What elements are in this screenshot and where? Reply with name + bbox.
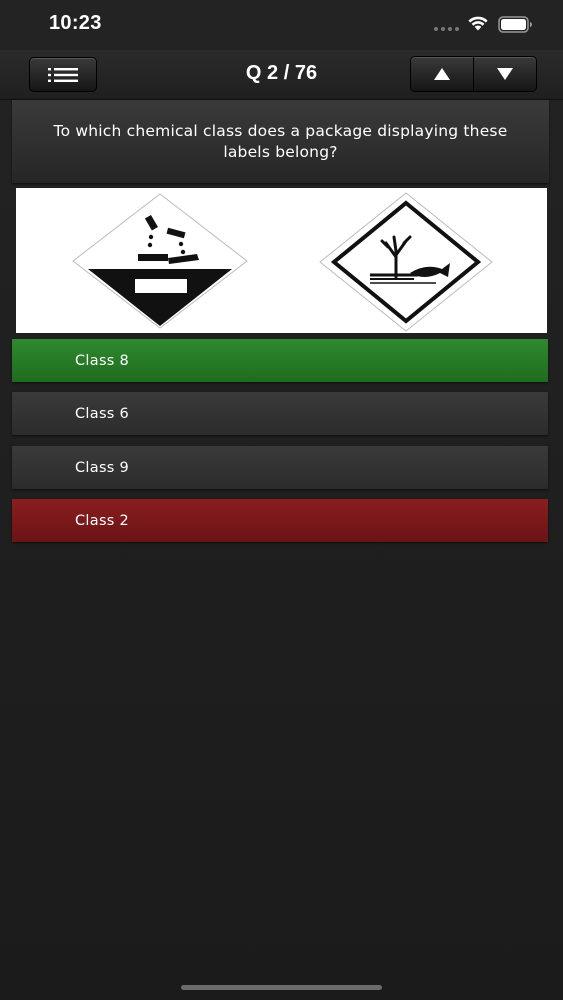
question-navigation xyxy=(410,56,537,92)
answer-label: Class 8 xyxy=(75,352,130,369)
answer-option-3[interactable]: Class 9 xyxy=(12,446,548,489)
battery-icon xyxy=(498,16,532,33)
answer-option-2[interactable]: Class 6 xyxy=(12,392,548,435)
home-indicator[interactable] xyxy=(181,985,382,990)
next-question-button[interactable] xyxy=(473,57,536,91)
previous-question-button[interactable] xyxy=(411,57,473,91)
question-text: To which chemical class does a package d… xyxy=(12,100,549,183)
arrow-down-icon xyxy=(497,68,513,80)
answer-label: Class 9 xyxy=(75,459,130,476)
wifi-icon xyxy=(468,16,488,31)
navigation-bar: Q 2 / 76 xyxy=(0,50,563,100)
status-time: 10:23 xyxy=(49,12,102,34)
answer-label: Class 2 xyxy=(75,512,130,529)
answer-option-1[interactable]: Class 8 xyxy=(12,339,548,382)
answer-option-4[interactable]: Class 2 xyxy=(12,499,548,542)
answer-label: Class 6 xyxy=(75,405,130,422)
status-bar: 10:23 xyxy=(0,0,563,50)
signal-dots-icon xyxy=(434,27,459,31)
arrow-up-icon xyxy=(434,68,450,80)
corrosive-hazard-icon xyxy=(72,193,248,329)
question-image xyxy=(16,188,547,333)
environmental-hazard-icon xyxy=(319,192,493,332)
